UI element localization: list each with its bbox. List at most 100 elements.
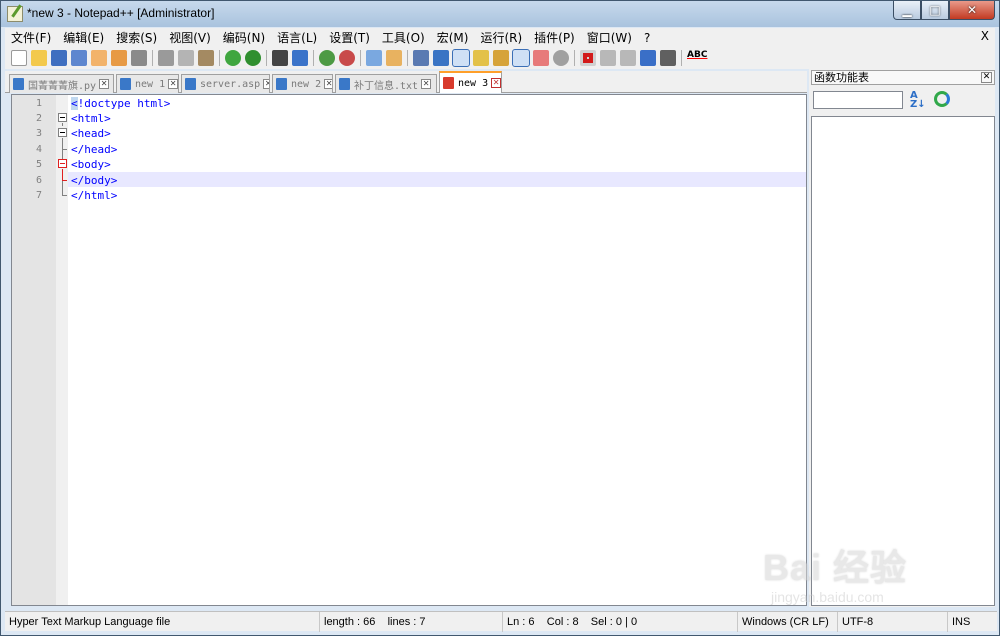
maximize-button[interactable]: □ [921, 1, 949, 20]
copy-icon[interactable] [178, 50, 194, 66]
close-document-button[interactable]: X [981, 29, 989, 43]
play-macro-icon[interactable] [620, 50, 636, 66]
minimize-button[interactable]: ▁ [893, 1, 921, 20]
tab-document[interactable]: new 2 ✕ [272, 74, 333, 93]
function-list-close-button[interactable]: ✕ [981, 72, 992, 83]
code-line[interactable]: <head> [71, 126, 111, 141]
fold-toggle-icon[interactable] [58, 113, 67, 122]
undo-icon[interactable] [225, 50, 241, 66]
paste-icon[interactable] [198, 50, 214, 66]
menu-settings[interactable]: 设置(T) [323, 29, 376, 46]
status-insert-mode[interactable]: INS [948, 612, 997, 632]
line-number: 3 [35, 128, 42, 139]
word-wrap-icon[interactable] [413, 50, 429, 66]
tab-document[interactable]: new 1 ✕ [116, 74, 179, 93]
sort-az-icon[interactable]: A Z↓ [910, 91, 926, 110]
tab-document[interactable]: 补丁信息.txt ✕ [335, 74, 437, 93]
save-icon[interactable] [51, 50, 67, 66]
doc-map-icon[interactable] [493, 50, 509, 66]
tab-close-button[interactable]: ✕ [421, 79, 432, 89]
open-file-icon[interactable] [31, 50, 47, 66]
print-icon[interactable] [131, 50, 147, 66]
show-all-chars-icon[interactable] [433, 50, 449, 66]
tab-close-button[interactable]: ✕ [324, 79, 332, 89]
tab-label: 补丁信息.txt [354, 80, 419, 92]
tab-close-button[interactable]: ✕ [168, 79, 178, 89]
tab-close-button[interactable]: ✕ [99, 79, 110, 89]
stop-macro-icon[interactable] [600, 50, 616, 66]
toolbar-separator [407, 50, 408, 66]
toolbar-separator [360, 50, 361, 66]
save-macro-icon[interactable] [660, 50, 676, 66]
window-title: *new 3 - Notepad++ [Administrator] [27, 6, 215, 20]
function-list-tree[interactable] [811, 116, 995, 606]
menu-help[interactable]: ? [638, 31, 656, 45]
text-area[interactable]: <!doctype html> <html> <head> </head> <b… [68, 95, 806, 605]
status-bar: Hyper Text Markup Language file length :… [5, 611, 997, 632]
saved-file-icon [276, 78, 287, 90]
replace-icon[interactable] [292, 50, 308, 66]
user-lang-icon[interactable] [473, 50, 489, 66]
code-line[interactable]: <body> [71, 157, 111, 172]
close-all-icon[interactable] [111, 50, 127, 66]
menu-language[interactable]: 语言(L) [271, 29, 323, 46]
menu-tools[interactable]: 工具(O) [376, 29, 431, 46]
tab-document[interactable]: server.asp ✕ [181, 74, 270, 93]
menu-encoding[interactable]: 编码(N) [217, 29, 271, 46]
indent-guide-icon[interactable] [452, 49, 470, 67]
redo-icon[interactable] [245, 50, 261, 66]
code-editor[interactable]: 1 2 3 4 5 6 7 <!doctype html> <html> <he… [11, 94, 807, 606]
fold-line [62, 181, 63, 195]
function-search-input[interactable] [813, 91, 903, 109]
code-line[interactable]: </body> [71, 173, 117, 188]
code-line[interactable]: <html> [71, 111, 111, 126]
menu-window[interactable]: 窗口(W) [581, 29, 638, 46]
tab-document-active[interactable]: new 3 ✕ [439, 71, 502, 93]
reload-icon[interactable] [934, 91, 950, 107]
line-number: 1 [35, 98, 42, 109]
menu-run[interactable]: 运行(R) [474, 29, 528, 46]
close-window-button[interactable]: ✕ [949, 1, 995, 20]
zoom-out-icon[interactable] [339, 50, 355, 66]
new-file-icon[interactable] [11, 50, 27, 66]
status-eol[interactable]: Windows (CR LF) [738, 612, 838, 632]
cut-icon[interactable] [158, 50, 174, 66]
code-line[interactable]: </html> [71, 188, 117, 203]
fold-toggle-icon[interactable] [58, 128, 67, 137]
menu-edit[interactable]: 编辑(E) [57, 29, 110, 46]
code-line[interactable]: <!doctype html> [71, 96, 170, 111]
function-list-header: 函数功能表 ✕ [811, 70, 995, 85]
record-macro-icon[interactable] [580, 50, 596, 66]
menu-view[interactable]: 视图(V) [163, 29, 217, 46]
menu-search[interactable]: 搜索(S) [110, 29, 163, 46]
toolbar-separator [266, 50, 267, 66]
toolbar-separator [681, 50, 682, 66]
watermark-logo-text: Bai 经验 [763, 547, 908, 588]
zoom-in-icon[interactable] [319, 50, 335, 66]
monitoring-icon[interactable] [553, 50, 569, 66]
sync-horizontal-icon[interactable] [386, 50, 402, 66]
tab-close-button[interactable]: ✕ [491, 78, 501, 88]
menu-macro[interactable]: 宏(M) [431, 29, 475, 46]
notepadpp-app-icon[interactable] [7, 6, 23, 22]
status-cursor-position[interactable]: Ln : 6 Col : 8 Sel : 0 | 0 [503, 612, 738, 632]
folder-workspace-icon[interactable] [533, 50, 549, 66]
close-icon[interactable] [91, 50, 107, 66]
menu-file[interactable]: 文件(F) [5, 29, 57, 46]
sync-vertical-icon[interactable] [366, 50, 382, 66]
find-icon[interactable] [272, 50, 288, 66]
title-bar[interactable]: *new 3 - Notepad++ [Administrator] ▁ □ ✕ [1, 1, 999, 27]
status-column: Col : 8 [546, 616, 579, 628]
status-line: Ln : 6 [507, 616, 535, 628]
function-list-icon[interactable] [512, 49, 530, 67]
save-all-icon[interactable] [71, 50, 87, 66]
tab-document[interactable]: 国菁菁菁旗.py ✕ [9, 74, 114, 93]
tab-label: server.asp [200, 78, 261, 90]
tab-close-button[interactable]: ✕ [263, 79, 269, 89]
run-macro-multiple-icon[interactable] [640, 50, 656, 66]
fold-toggle-icon[interactable] [58, 159, 67, 168]
menu-plugins[interactable]: 插件(P) [528, 29, 581, 46]
spellcheck-icon[interactable]: ABC [687, 50, 709, 66]
status-encoding[interactable]: UTF-8 [838, 612, 948, 632]
code-line[interactable]: </head> [71, 142, 117, 157]
